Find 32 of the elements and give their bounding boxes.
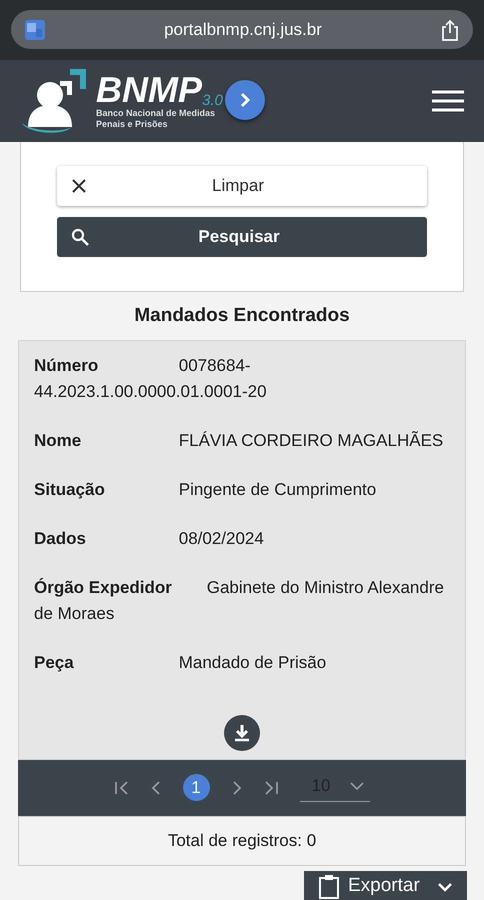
logo-version: 3.0 xyxy=(202,93,223,108)
results-title: Mandados Encontrados xyxy=(133,304,351,328)
first-page-icon[interactable] xyxy=(114,780,128,794)
close-icon xyxy=(71,178,87,194)
address-bar[interactable]: portalbnmp.cnj.jus.br xyxy=(11,10,473,49)
download-icon xyxy=(234,724,250,742)
logo-subtitle: Banco Nacional de Medidas Penais e Prisões xyxy=(96,108,216,130)
field-row-text: Órgão Expedidor Gabinete do Ministro Alexandre de Moraes xyxy=(34,576,445,624)
field-row-text: Situação Pingente de Cumprimento xyxy=(34,478,378,500)
share-icon[interactable] xyxy=(441,18,459,40)
clear-button[interactable]: Limpar xyxy=(57,166,427,206)
expand-button[interactable] xyxy=(224,80,265,120)
field-row-text: Nome FLÁVIA CORDEIRO MAGALHÃES xyxy=(34,430,444,452)
last-page-icon[interactable] xyxy=(264,780,278,794)
export-button[interactable]: Exportar xyxy=(304,870,467,900)
field-row-text: Peça Mandado de Prisão xyxy=(34,652,328,674)
previous-page-icon[interactable] xyxy=(150,780,160,794)
download-button[interactable] xyxy=(224,714,260,750)
total-records-text: Total de registros: 0 xyxy=(168,830,316,852)
chevron-right-icon xyxy=(238,92,251,108)
chevron-down-icon xyxy=(437,882,453,892)
search-button[interactable]: Pesquisar xyxy=(57,217,427,257)
clipboard-icon xyxy=(318,874,340,900)
next-page-icon[interactable] xyxy=(232,780,242,794)
caret-icon xyxy=(350,782,364,790)
page-button[interactable]: 1 xyxy=(182,774,210,801)
menu-icon[interactable] xyxy=(432,90,464,112)
field-row-text: Dados 08/02/2024 xyxy=(34,528,265,550)
field-row-text: Número 0078684-44.2023.1.00.0000.01.0001-20 xyxy=(34,354,268,402)
url-text: portalbnmp.cnj.jus.br xyxy=(163,18,323,41)
logo-title: BNMP xyxy=(96,72,202,108)
search-icon xyxy=(71,228,89,246)
